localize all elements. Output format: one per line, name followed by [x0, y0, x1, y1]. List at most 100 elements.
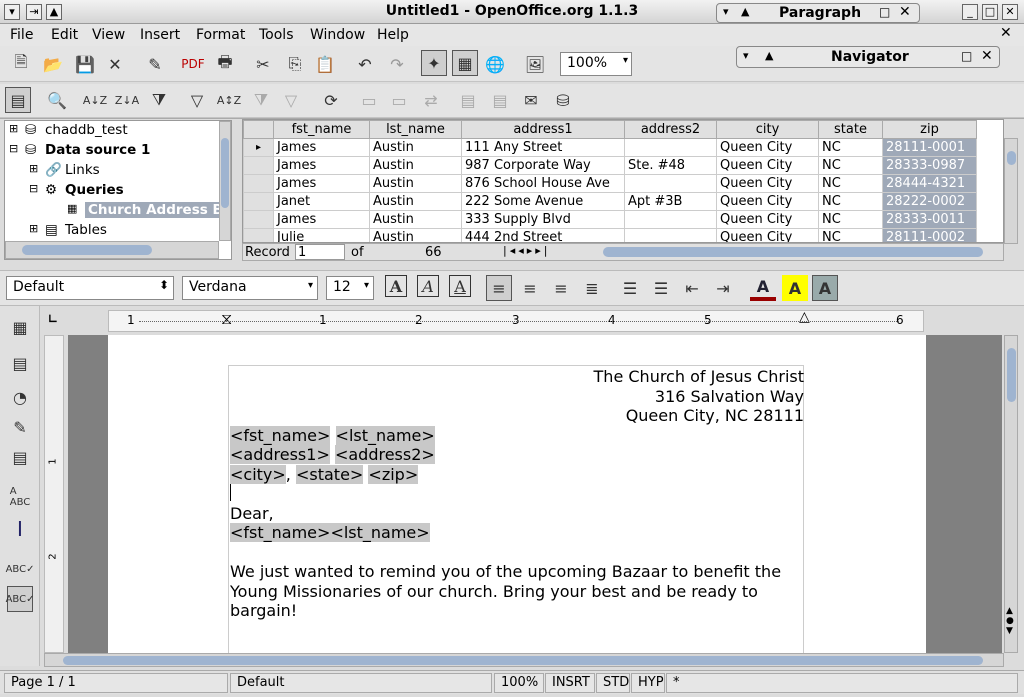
column-header[interactable]: address2 — [624, 120, 717, 139]
justify-icon[interactable]: ≣ — [579, 275, 605, 301]
form-functions-icon[interactable]: ▤ — [7, 444, 33, 470]
document-hscroll-thumb[interactable] — [63, 656, 983, 665]
table-row[interactable]: James Austin 987 Corporate Way Ste. #48 Quee… — [243, 156, 977, 175]
table-cell[interactable]: 333 Supply Blvd — [461, 210, 625, 229]
table-cell[interactable]: NC — [818, 156, 883, 175]
mail-merge-field[interactable]: <zip> — [368, 465, 419, 484]
table-cell[interactable]: James — [273, 156, 370, 175]
paragraph-maximize-icon[interactable]: □ — [879, 5, 890, 19]
table-cell[interactable] — [624, 210, 717, 229]
table-cell[interactable]: Queen City — [716, 192, 819, 211]
page-nav-icon[interactable]: ▲ ● ▼ — [1006, 606, 1014, 636]
table-cell[interactable] — [624, 138, 717, 157]
autofilter-icon[interactable]: ⧩ — [146, 87, 172, 113]
sort-descending-icon[interactable]: Z↓A — [114, 87, 140, 113]
table-cell[interactable]: 987 Corporate Way — [461, 156, 625, 175]
standard-filter-icon[interactable]: ⧩ — [248, 87, 274, 113]
copy-icon[interactable]: ⎘ — [282, 51, 308, 77]
table-cell[interactable] — [624, 174, 717, 193]
indent-marker-icon[interactable]: ⧖ — [221, 309, 232, 329]
align-center-icon[interactable]: ≡ — [517, 275, 543, 301]
table-cell[interactable]: Apt #3B — [624, 192, 717, 211]
table-cell[interactable]: James — [273, 138, 370, 157]
paragraph-menu-icon[interactable]: ▾ — [723, 5, 729, 18]
print-icon[interactable]: 🖶 — [212, 51, 238, 77]
highlight-icon[interactable]: A — [782, 275, 808, 301]
row-header[interactable] — [243, 210, 274, 229]
navigator-maximize-icon[interactable]: □ — [961, 49, 972, 63]
zoom-combo[interactable]: 100% ▾ — [560, 52, 632, 76]
bullets-icon[interactable]: ☰ — [648, 275, 674, 301]
table-cell[interactable]: 28333-0011 — [882, 210, 977, 229]
table-cell[interactable]: NC — [818, 174, 883, 193]
column-header[interactable]: lst_name — [369, 120, 462, 139]
align-right-icon[interactable]: ≡ — [548, 275, 574, 301]
autospellcheck-icon[interactable]: ABC✓ — [6, 586, 34, 612]
paragraph-close-icon[interactable]: ✕ — [899, 4, 911, 20]
table-cell[interactable]: NC — [818, 210, 883, 229]
right-indent-marker-icon[interactable]: △ — [799, 309, 810, 325]
tree-vscrollbar[interactable] — [219, 121, 231, 241]
close-doc-icon[interactable]: ✕ — [102, 51, 128, 77]
mail-merge-field[interactable]: <state> — [295, 465, 364, 484]
row-header[interactable] — [243, 156, 274, 175]
tree-vscroll-thumb[interactable] — [221, 138, 229, 208]
close-icon[interactable]: ✕ — [1002, 4, 1018, 20]
table-cell[interactable]: 111 Any Street — [461, 138, 625, 157]
table-cell[interactable]: Queen City — [716, 156, 819, 175]
table-icon[interactable]: ▤ — [455, 87, 481, 113]
decrease-indent-icon[interactable]: ⇤ — [679, 275, 705, 301]
record-number-field[interactable]: 1 — [295, 244, 345, 260]
grid-vscrollbar[interactable] — [1004, 138, 1018, 244]
form-icon[interactable]: ▤ — [487, 87, 513, 113]
mail-merge-field[interactable]: <lst_name> — [330, 523, 430, 542]
table-cell[interactable]: Austin — [369, 174, 462, 193]
table-cell[interactable]: 28444-4321 — [882, 174, 977, 193]
chevron-down-icon[interactable]: ▾ — [364, 280, 369, 291]
table-cell[interactable]: NC — [818, 192, 883, 211]
navigator-shade-icon[interactable]: ▲ — [765, 49, 773, 62]
row-header[interactable] — [243, 192, 274, 211]
table-cell[interactable]: James — [273, 210, 370, 229]
table-cell[interactable]: Austin — [369, 228, 462, 242]
table-cell[interactable]: 28111-0001 — [882, 138, 977, 157]
paste-icon[interactable]: 📋 — [312, 51, 338, 77]
navigator-close-icon[interactable]: ✕ — [981, 48, 993, 64]
table-cell[interactable]: 444 2nd Street — [461, 228, 625, 242]
table-cell[interactable]: Austin — [369, 156, 462, 175]
cut-icon[interactable]: ✂ — [250, 51, 276, 77]
navigator-icon[interactable]: ✦ — [421, 50, 447, 76]
menu-window[interactable]: Window — [310, 27, 365, 43]
table-cell[interactable]: 28111-0002 — [882, 228, 977, 242]
apply-filter-icon[interactable]: ▽ — [184, 87, 210, 113]
font-color-icon[interactable]: A — [750, 275, 776, 301]
page-indicator[interactable]: Page 1 / 1 — [4, 673, 228, 693]
table-row[interactable]: James Austin 876 School House Ave Queen Cit… — [243, 174, 977, 193]
grid-hscroll-thumb[interactable] — [603, 247, 983, 257]
mail-merge-fields-icon[interactable]: ⇄ — [418, 87, 444, 113]
insert-mode[interactable]: INSRT — [545, 673, 595, 693]
status-zoom[interactable]: 100% — [494, 673, 544, 693]
maximize-icon[interactable]: □ — [982, 4, 998, 20]
column-header[interactable]: state — [818, 120, 883, 139]
table-cell[interactable]: Queen City — [716, 174, 819, 193]
table-cell[interactable]: James — [273, 174, 370, 193]
data-to-text-icon[interactable]: ▭ — [356, 87, 382, 113]
paragraph-shade-icon[interactable]: ▲ — [741, 5, 749, 18]
underline-icon[interactable]: A — [449, 275, 471, 297]
mail-merge-field[interactable]: <lst_name> — [335, 426, 435, 445]
selection-mode[interactable]: STD — [596, 673, 630, 693]
draw-functions-icon[interactable]: ✎ — [7, 414, 33, 440]
data-sources-icon[interactable]: ▦ — [452, 50, 478, 76]
spin-icon[interactable]: ⬍ — [159, 278, 169, 292]
grid-vscroll-thumb[interactable] — [1007, 151, 1016, 165]
column-header[interactable]: address1 — [461, 120, 625, 139]
table-row[interactable]: ▸ James Austin 111 Any Street Queen City NC 28… — [243, 138, 977, 157]
mail-merge-icon[interactable]: ✉ — [518, 87, 544, 113]
table-cell[interactable]: Janet — [273, 192, 370, 211]
paragraph-style-combo[interactable]: Default ⬍ — [6, 276, 174, 300]
table-cell[interactable]: Ste. #48 — [624, 156, 717, 175]
sort-ascending-icon[interactable]: A↓Z — [82, 87, 108, 113]
edit-file-icon[interactable]: ✎ — [142, 51, 168, 77]
insert-fields-icon[interactable]: ▤ — [7, 350, 33, 376]
